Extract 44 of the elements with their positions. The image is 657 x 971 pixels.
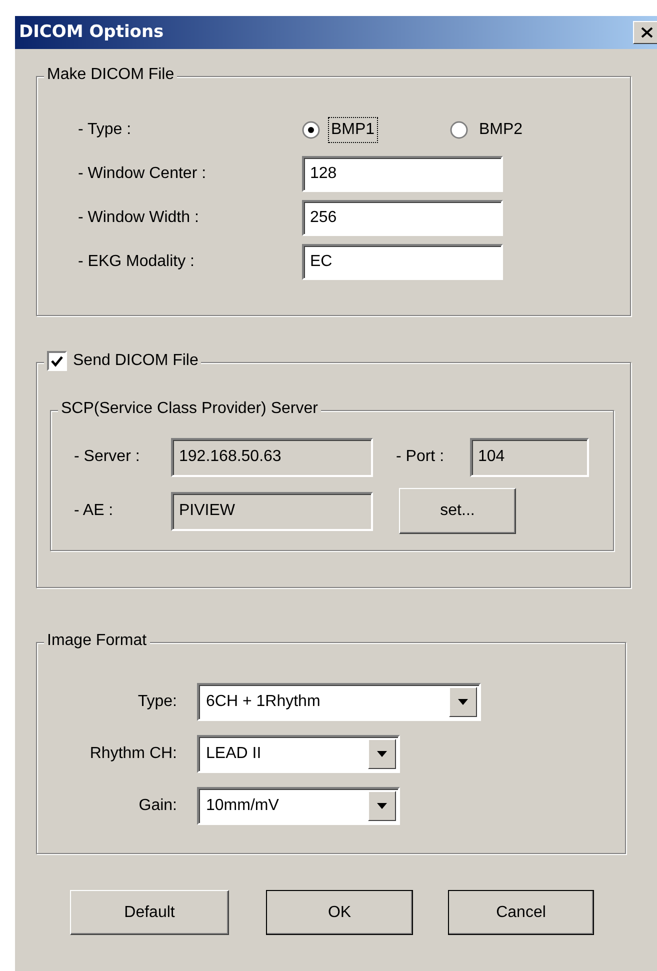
field-label: - Type : xyxy=(78,120,132,140)
field-label: - EKG Modality : xyxy=(78,252,196,272)
field-label: Type: xyxy=(136,692,177,712)
dropdown[interactable]: 10mm/mV xyxy=(197,787,400,825)
field-label: Rhythm CH: xyxy=(88,744,177,764)
dropdown-value: 6CH + 1Rhythm xyxy=(206,692,320,712)
radio-icon xyxy=(450,121,468,139)
field-label: - AE : xyxy=(74,501,114,521)
field-label: - Server : xyxy=(74,447,141,467)
check-icon xyxy=(51,356,63,366)
radio-option[interactable]: BMP2 xyxy=(450,117,598,143)
dropdown[interactable]: 6CH + 1Rhythm xyxy=(197,683,481,721)
caret-icon xyxy=(377,803,387,809)
dialog-button[interactable]: Cancel xyxy=(448,890,594,935)
checkbox[interactable] xyxy=(47,351,67,371)
caret-icon xyxy=(377,751,387,757)
caret-icon xyxy=(458,699,468,705)
radio-icon xyxy=(302,121,320,139)
text-field[interactable]: 256 xyxy=(302,200,503,236)
text-field[interactable]: PIVIEW xyxy=(171,492,373,530)
close-button[interactable] xyxy=(633,21,657,44)
field-label: Gain: xyxy=(138,796,177,816)
group-title: SCP(Service Class Provider) Server xyxy=(58,399,321,419)
dropdown[interactable]: LEAD II xyxy=(197,735,400,773)
set-button[interactable]: set... xyxy=(399,488,516,534)
field-label: - Window Width : xyxy=(78,208,200,228)
group-title: Image Format xyxy=(44,631,150,651)
dialog-button[interactable]: OK xyxy=(266,890,413,935)
dropdown-arrow-button[interactable] xyxy=(368,739,396,769)
dropdown-arrow-button[interactable] xyxy=(368,791,396,821)
text-field[interactable]: 192.168.50.63 xyxy=(171,438,373,476)
field-label: - Window Center : xyxy=(78,164,208,184)
radio-option[interactable]: BMP1 xyxy=(302,117,450,143)
dropdown-value: LEAD II xyxy=(206,744,262,764)
checkbox-label: Send DICOM File xyxy=(73,351,198,371)
dropdown-value: 10mm/mV xyxy=(206,796,279,816)
window-title: DICOM Options xyxy=(19,20,164,44)
field-label: - Port : xyxy=(396,447,446,467)
text-field[interactable]: 104 xyxy=(470,438,589,476)
close-icon xyxy=(640,27,652,38)
dropdown-arrow-button[interactable] xyxy=(449,687,477,717)
text-field[interactable]: EC xyxy=(302,244,503,280)
dialog-button[interactable]: Default xyxy=(70,890,229,935)
text-field[interactable]: 128 xyxy=(302,156,503,192)
